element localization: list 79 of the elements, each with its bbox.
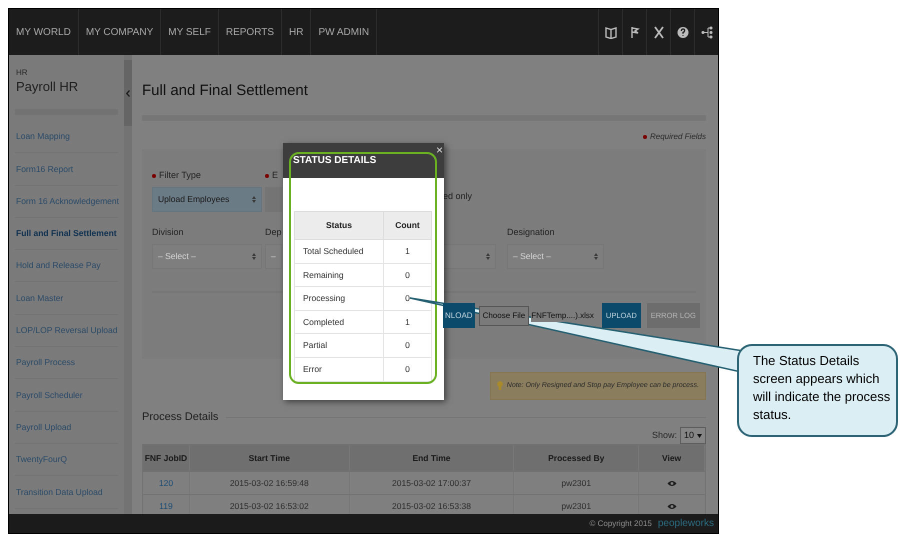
field-label: E bbox=[272, 169, 278, 182]
column-header: End Time bbox=[350, 445, 514, 471]
table-cell: 2015-03-02 16:59:48 bbox=[230, 476, 309, 490]
column-header: View bbox=[639, 445, 706, 471]
up-down-arrows-icon bbox=[252, 196, 256, 203]
job-id-link[interactable]: 120 bbox=[158, 476, 174, 490]
up-down-arrows-icon bbox=[486, 253, 490, 260]
up-down-arrows-icon bbox=[252, 253, 256, 260]
help-icon[interactable] bbox=[676, 26, 688, 38]
page-size-select[interactable]: 10 bbox=[680, 427, 706, 444]
column-header: Processed By bbox=[514, 445, 640, 471]
field-label: Filter Type bbox=[159, 169, 201, 182]
sidebar-item[interactable]: Form 16 Acknowledgement bbox=[15, 186, 118, 218]
show-label: Show: bbox=[652, 428, 677, 442]
book-icon[interactable] bbox=[604, 26, 616, 38]
select-field[interactable]: Upload Employees bbox=[152, 187, 262, 212]
lightbulb-icon bbox=[496, 381, 503, 391]
table-cell: Remaining bbox=[303, 268, 344, 282]
sidebar-item[interactable]: Payroll Process bbox=[15, 347, 118, 380]
file-name: FNFTemp....).xlsx bbox=[531, 310, 594, 322]
page-title: Full and Final Settlement bbox=[142, 82, 308, 99]
dialog-title: STATUS DETAILS bbox=[293, 154, 376, 168]
sidebar-item[interactable]: Payroll Scheduler bbox=[15, 379, 118, 412]
sidebar-item[interactable]: Payroll Upload bbox=[15, 412, 118, 444]
close-button[interactable]: × bbox=[436, 144, 443, 156]
table-cell: Partial bbox=[303, 339, 328, 352]
sidebar-item[interactable]: Loan Master bbox=[15, 282, 118, 315]
table-cell: 2015-03-02 17:00:37 bbox=[392, 476, 471, 490]
required-fields-note: Required Fields bbox=[650, 131, 706, 143]
field-label: Designation bbox=[507, 226, 555, 240]
sidebar-item[interactable]: LOP/LOP Reversal Upload bbox=[15, 314, 118, 348]
eye-icon[interactable] bbox=[667, 502, 678, 510]
table-cell: 0 bbox=[405, 362, 410, 376]
collapse-handle[interactable] bbox=[124, 60, 132, 126]
up-down-arrows-icon bbox=[594, 253, 598, 260]
table-cell: Total Scheduled bbox=[303, 244, 364, 258]
table-cell: 2015-03-02 16:53:02 bbox=[230, 500, 309, 512]
table-cell: 0 bbox=[405, 268, 410, 282]
column-header: FNF JobID bbox=[143, 445, 190, 471]
share-icon[interactable] bbox=[700, 26, 712, 38]
copyright-text: © Copyright 2015 bbox=[589, 518, 652, 530]
logo: peopleworks bbox=[658, 517, 714, 531]
table-cell: 1 bbox=[405, 244, 410, 258]
table-cell: Processing bbox=[303, 292, 346, 305]
required-mark-icon bbox=[642, 135, 647, 139]
table-cell: 2015-03-02 16:53:38 bbox=[392, 500, 471, 512]
eye-icon[interactable] bbox=[667, 480, 678, 486]
sidebar-title: Payroll HR bbox=[15, 78, 80, 96]
choose-file-button[interactable]: Choose File bbox=[478, 306, 530, 326]
field-label: Division bbox=[152, 226, 184, 240]
select-field[interactable] bbox=[443, 244, 496, 269]
table-cell: 0 bbox=[405, 339, 410, 352]
dropdown-arrow-icon bbox=[697, 434, 702, 438]
sidebar-section-label: HR bbox=[15, 68, 29, 78]
table-cell: Error bbox=[303, 362, 322, 376]
download-button[interactable]: NLOAD bbox=[443, 303, 475, 328]
flag-icon[interactable] bbox=[628, 26, 640, 38]
table-cell: pw2301 bbox=[561, 476, 592, 490]
table-cell: Completed bbox=[303, 316, 344, 328]
callout-text: The Status Details screen appears which will indicate the process status. bbox=[753, 352, 892, 424]
sidebar-item[interactable]: Hold and Release Pay bbox=[15, 250, 118, 282]
sidebar-item[interactable]: Loan Mapping bbox=[15, 121, 118, 154]
sidebar-item[interactable]: TwentyFourQ bbox=[15, 444, 118, 476]
select-field[interactable]: – Select – bbox=[152, 244, 262, 269]
select-field[interactable]: – Select – bbox=[507, 244, 604, 269]
table-cell: 0 bbox=[405, 292, 410, 305]
table-cell: pw2301 bbox=[561, 500, 592, 512]
select-field[interactable] bbox=[265, 187, 282, 212]
select-field[interactable]: – bbox=[265, 244, 282, 269]
sidebar-item[interactable]: Form16 Report bbox=[15, 153, 118, 186]
table-cell: 1 bbox=[405, 316, 410, 328]
field-label: Dep bbox=[265, 226, 282, 240]
column-header: Count bbox=[394, 219, 421, 232]
column-header: Status bbox=[295, 212, 384, 239]
sidebar-item[interactable]: Transition Data Upload bbox=[15, 476, 118, 509]
section-title: Process Details bbox=[142, 410, 218, 425]
job-id-link[interactable]: 119 bbox=[159, 500, 173, 512]
column-header: Start Time bbox=[190, 445, 350, 471]
chevron-left-icon bbox=[126, 90, 130, 96]
